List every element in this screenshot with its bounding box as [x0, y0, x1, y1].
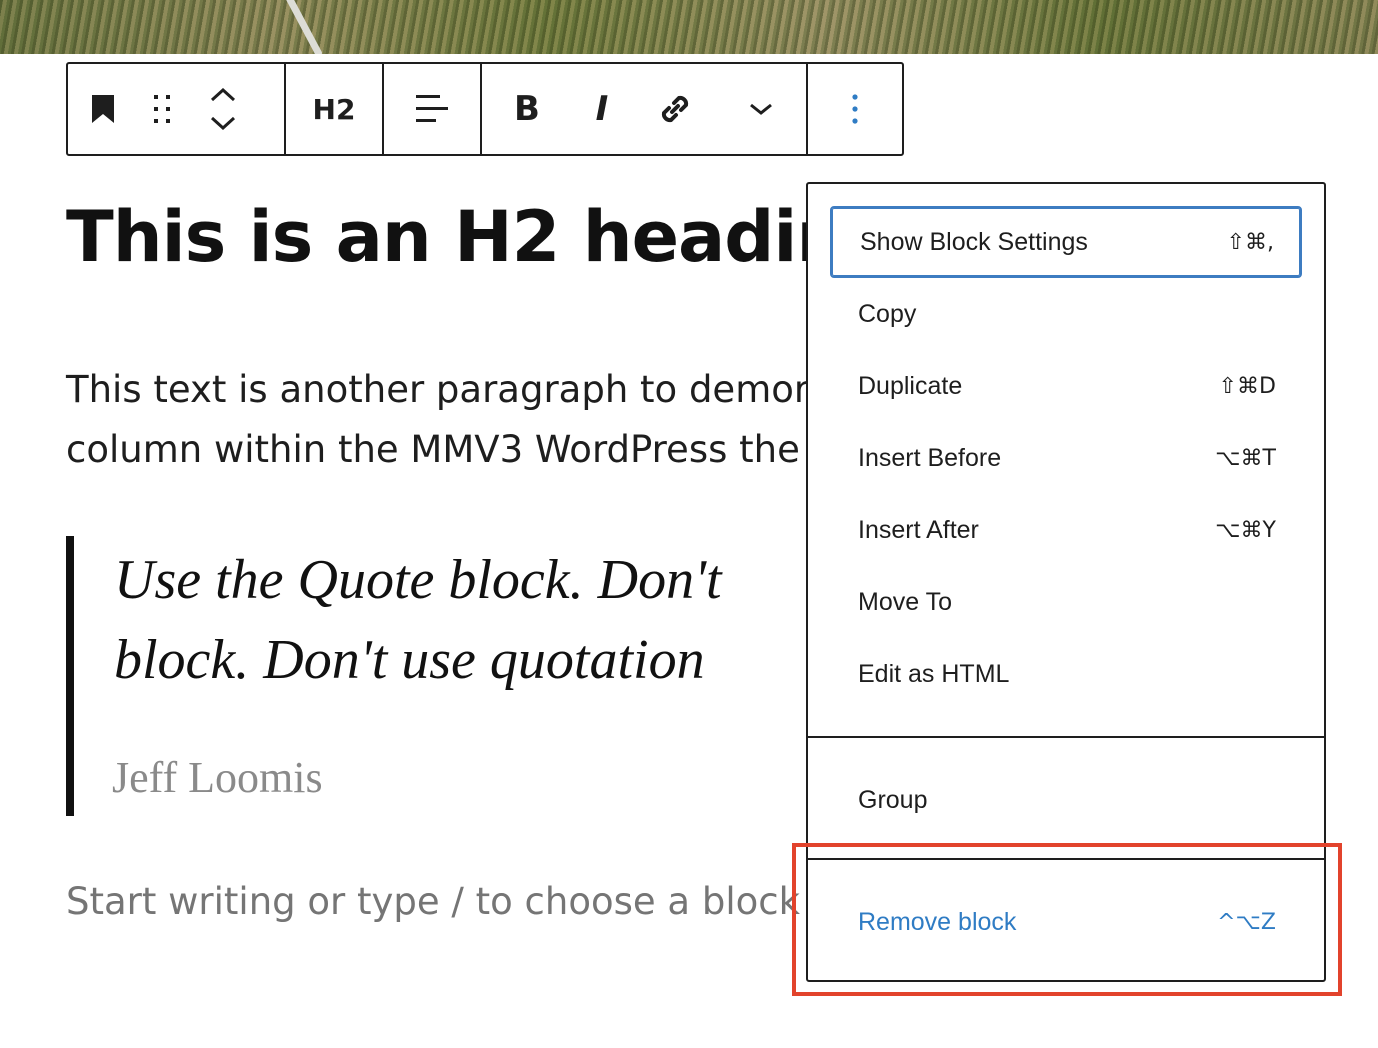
quote-line: Use the Quote block. Don't — [114, 549, 722, 611]
toolbar-group-align — [384, 64, 482, 154]
menu-separator — [808, 736, 1324, 738]
align-button[interactable] — [384, 64, 480, 154]
move-buttons — [188, 64, 258, 154]
header-image — [0, 0, 1378, 54]
italic-icon: I — [595, 89, 609, 129]
heading-level-label: H2 — [312, 92, 356, 126]
move-up-icon[interactable] — [210, 88, 236, 102]
menu-item-edit-as-html[interactable]: Edit as HTML — [830, 638, 1302, 710]
toolbar-group-format: B I — [482, 64, 808, 154]
move-down-icon[interactable] — [210, 116, 236, 130]
menu-item-label: Insert Before — [858, 443, 1002, 472]
menu-item-label: Show Block Settings — [860, 227, 1088, 256]
quote-border — [66, 536, 74, 816]
quote-citation[interactable]: Jeff Loomis — [112, 752, 323, 803]
bold-button[interactable]: B — [482, 64, 572, 154]
toolbar-group-options — [808, 64, 902, 154]
block-toolbar: H2 B I — [66, 62, 904, 156]
menu-item-shortcut: ⇧⌘, — [1226, 229, 1274, 255]
drag-handle-icon — [154, 95, 170, 123]
menu-item-duplicate[interactable]: Duplicate ⇧⌘D — [830, 350, 1302, 422]
heading-block[interactable]: This is an H2 headir — [66, 192, 831, 282]
block-placeholder[interactable]: Start writing or type / to choose a bloc… — [66, 880, 800, 923]
menu-item-insert-before[interactable]: Insert Before ⌥⌘T — [830, 422, 1302, 494]
menu-item-shortcut: ⌥⌘T — [1215, 445, 1276, 471]
menu-item-label: Insert After — [858, 515, 979, 544]
menu-item-label: Edit as HTML — [858, 659, 1010, 688]
chevron-down-icon — [750, 103, 772, 115]
link-icon — [661, 95, 689, 123]
more-rich-text-button[interactable] — [718, 64, 804, 154]
toolbar-group-block — [68, 64, 286, 154]
menu-item-shortcut: ⇧⌘D — [1218, 373, 1276, 399]
drag-handle[interactable] — [138, 64, 188, 154]
menu-item-label: Duplicate — [858, 371, 963, 400]
options-button[interactable] — [808, 64, 902, 154]
more-options-icon — [852, 94, 858, 124]
menu-item-shortcut: ⌥⌘Y — [1215, 517, 1276, 543]
link-button[interactable] — [632, 64, 718, 154]
menu-item-label: Copy — [858, 299, 917, 328]
menu-item-copy[interactable]: Copy — [830, 278, 1302, 350]
highlight-box — [792, 843, 1342, 996]
quote-line: block. Don't use quotation — [114, 629, 705, 691]
heading-level-button[interactable]: H2 — [286, 64, 382, 154]
menu-item-label: Move To — [858, 587, 953, 616]
menu-item-show-block-settings[interactable]: Show Block Settings ⇧⌘, — [830, 206, 1302, 278]
menu-item-insert-after[interactable]: Insert After ⌥⌘Y — [830, 494, 1302, 566]
menu-item-move-to[interactable]: Move To — [830, 566, 1302, 638]
bookmark-icon — [92, 95, 114, 123]
quote-block[interactable]: Use the Quote block. Don't block. Don't … — [114, 540, 722, 700]
italic-button[interactable]: I — [572, 64, 632, 154]
block-type-button[interactable] — [68, 64, 138, 154]
menu-item-group[interactable]: Group — [830, 764, 1302, 836]
toolbar-group-heading: H2 — [286, 64, 384, 154]
menu-item-label: Group — [858, 785, 928, 814]
bold-icon: B — [514, 89, 540, 129]
align-icon — [416, 95, 448, 122]
image-detail — [283, 0, 324, 54]
